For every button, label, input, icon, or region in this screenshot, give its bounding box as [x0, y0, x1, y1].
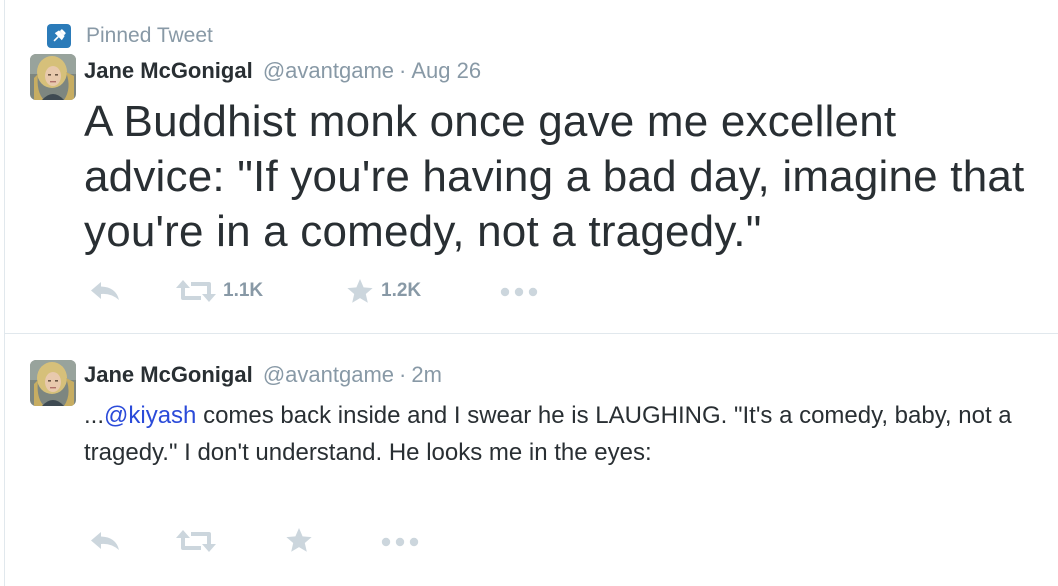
retweet-button[interactable] [176, 529, 216, 553]
reply-icon [91, 532, 119, 550]
retweet-icon [176, 530, 216, 552]
favorite-button[interactable] [285, 527, 313, 553]
text-body: comes back inside and I swear he is LAUG… [84, 402, 1012, 466]
pin-icon [47, 24, 71, 48]
reply-button[interactable] [90, 281, 120, 301]
reply-icon [91, 282, 119, 300]
tweet-timestamp[interactable]: Aug 26 [411, 58, 481, 83]
avatar[interactable] [30, 54, 76, 100]
author-name[interactable]: Jane McGonigal [84, 362, 253, 387]
reply-button[interactable] [90, 531, 120, 551]
more-icon [381, 537, 419, 547]
tweet-header: Jane McGonigal @avantgame · Aug 26 [84, 58, 481, 84]
avatar[interactable] [30, 360, 76, 406]
pinned-label: Pinned Tweet [86, 24, 213, 47]
tweet-text: ...@kiyash comes back inside and I swear… [84, 397, 1044, 471]
pinned-tweet[interactable]: Pinned Tweet Jane McGonigal @avantgame · A… [0, 0, 1058, 333]
tweet-header: Jane McGonigal @avantgame · 2m [84, 362, 442, 388]
text-prefix: ... [84, 402, 105, 429]
retweet-count: 1.1K [223, 280, 264, 301]
author-name[interactable]: Jane McGonigal [84, 58, 253, 83]
header-separator: · [399, 58, 407, 83]
tweet-text: A Buddhist monk once gave me excellent a… [84, 97, 1025, 256]
tweet-timestamp[interactable]: 2m [411, 362, 442, 387]
header-separator: · [399, 362, 407, 387]
favorite-icon [286, 528, 312, 552]
favorite-button[interactable]: 1.2K [346, 278, 421, 304]
favorite-icon [347, 279, 373, 303]
author-handle[interactable]: @avantgame [263, 58, 394, 83]
favorite-count: 1.2K [381, 280, 422, 301]
author-handle[interactable]: @avantgame [263, 362, 394, 387]
mention-link[interactable]: @kiyash [104, 402, 196, 429]
more-icon [500, 287, 538, 297]
retweet-button[interactable]: 1.1K [176, 279, 263, 303]
more-button[interactable] [500, 287, 538, 297]
pinned-indicator: Pinned Tweet [47, 24, 213, 48]
more-button[interactable] [381, 537, 419, 547]
retweet-icon [176, 280, 216, 302]
